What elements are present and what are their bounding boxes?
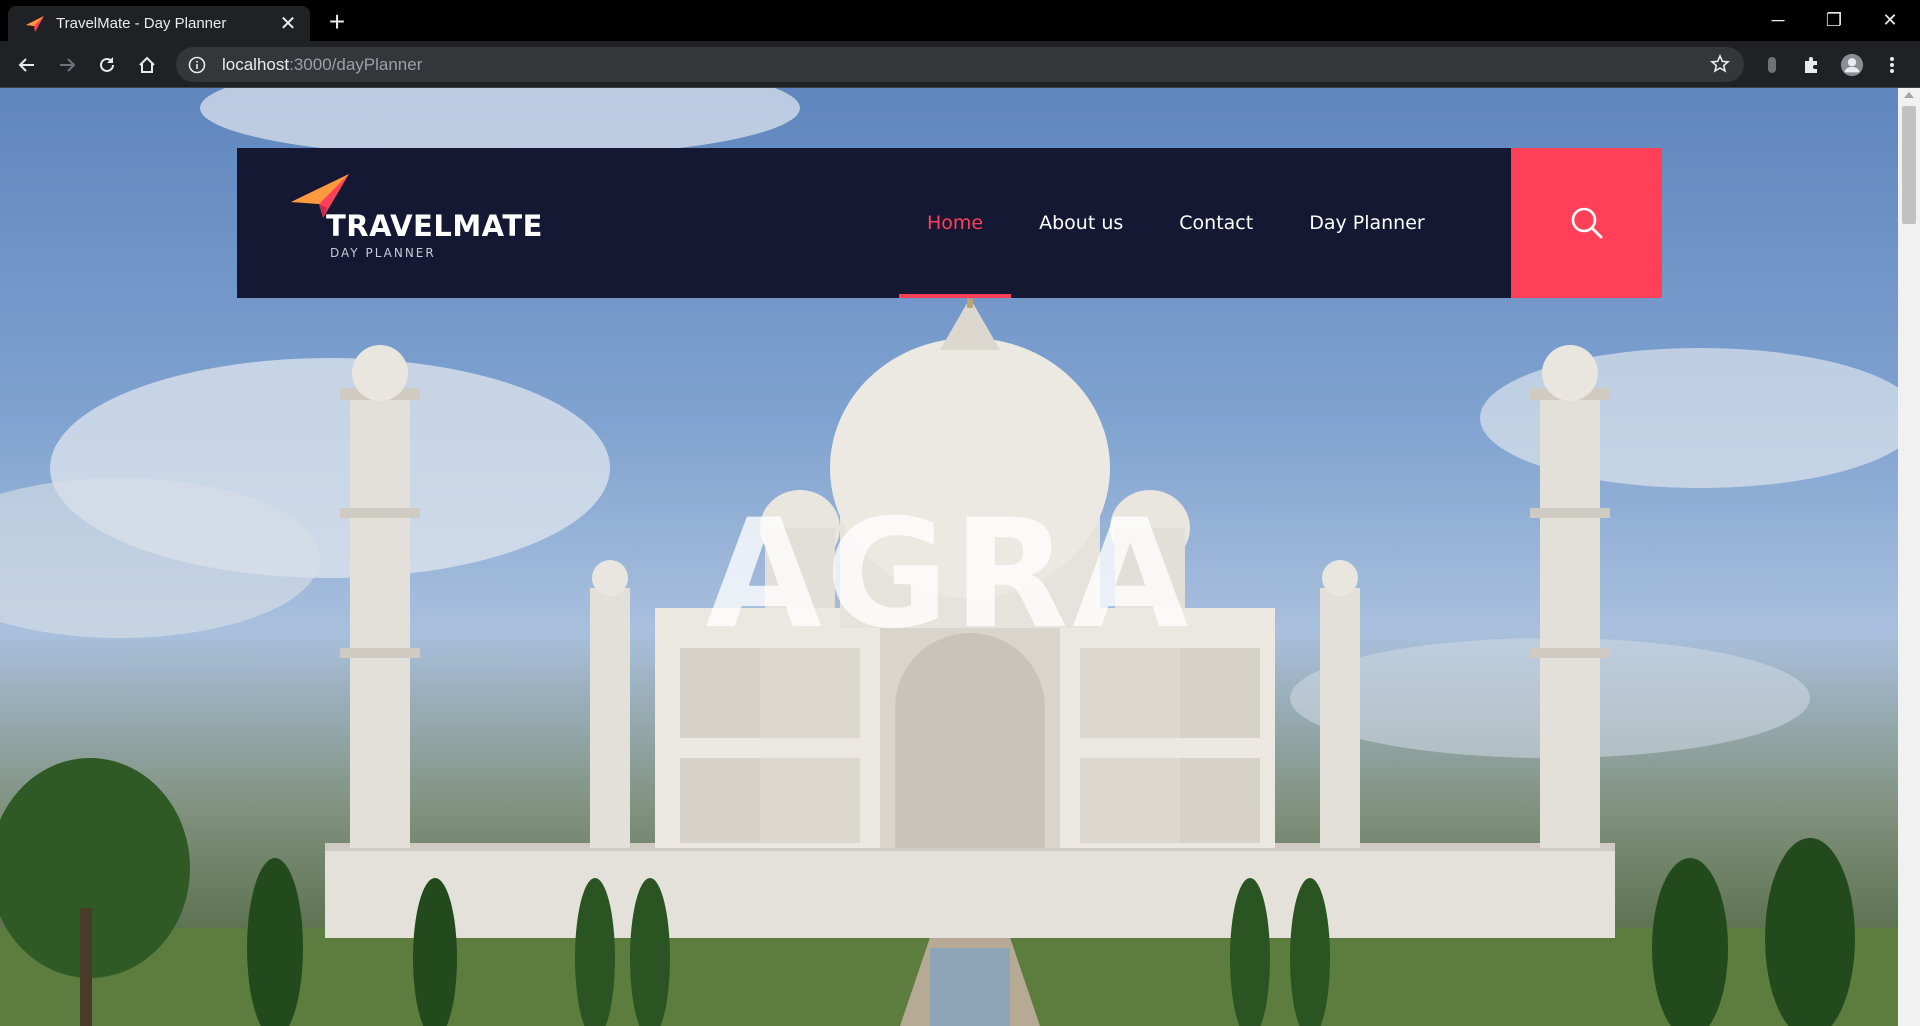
- logo-subtitle: DAY PLANNER: [330, 246, 436, 260]
- close-window-icon[interactable]: ✕: [1862, 0, 1918, 41]
- page-scrollbar[interactable]: [1898, 88, 1920, 1026]
- page-viewport: AGRA TRAVELMATE DAY PLANNER Home About u…: [0, 88, 1898, 1026]
- extension-icon[interactable]: [1760, 53, 1784, 77]
- hero-city-title: AGRA: [705, 488, 1193, 662]
- search-icon: [1571, 207, 1602, 239]
- bookmark-star-icon[interactable]: [1710, 54, 1730, 74]
- browser-toolbar: localhost:3000/dayPlanner: [0, 41, 1920, 88]
- back-icon[interactable]: [12, 50, 42, 80]
- tab-close-icon[interactable]: ✕: [278, 14, 298, 34]
- minimize-icon[interactable]: ─: [1750, 0, 1806, 41]
- new-tab-icon[interactable]: +: [322, 8, 352, 36]
- nav-contact[interactable]: Contact: [1151, 148, 1281, 298]
- site-header: TRAVELMATE DAY PLANNER Home About us Con…: [237, 148, 1662, 298]
- menu-kebab-icon[interactable]: [1880, 53, 1904, 77]
- nav-day-planner[interactable]: Day Planner: [1281, 148, 1453, 298]
- paper-plane-icon: [26, 15, 44, 32]
- logo-title: TRAVELMATE: [326, 209, 543, 243]
- search-button[interactable]: [1511, 148, 1662, 298]
- restore-icon[interactable]: ❐: [1806, 0, 1862, 41]
- nav-home[interactable]: Home: [899, 148, 1012, 298]
- tab-title: TravelMate - Day Planner: [56, 15, 227, 32]
- forward-icon[interactable]: [52, 50, 82, 80]
- scroll-up-icon[interactable]: [1904, 92, 1914, 98]
- info-icon[interactable]: [188, 56, 206, 74]
- browser-tab[interactable]: TravelMate - Day Planner ✕: [8, 6, 310, 41]
- main-nav: Home About us Contact Day Planner: [899, 148, 1453, 298]
- url-path: :3000/dayPlanner: [289, 54, 423, 74]
- home-icon[interactable]: [132, 50, 162, 80]
- site-logo[interactable]: TRAVELMATE DAY PLANNER: [289, 172, 549, 262]
- url-host: localhost: [222, 54, 290, 74]
- profile-avatar-icon[interactable]: [1840, 53, 1864, 77]
- reload-icon[interactable]: [92, 50, 122, 80]
- address-bar[interactable]: localhost:3000/dayPlanner: [176, 47, 1744, 82]
- browser-tabstrip: TravelMate - Day Planner ✕ + ─ ❐ ✕: [0, 0, 1920, 41]
- scrollbar-thumb[interactable]: [1902, 106, 1916, 224]
- extensions-puzzle-icon[interactable]: [1800, 53, 1824, 77]
- nav-about-us[interactable]: About us: [1011, 148, 1151, 298]
